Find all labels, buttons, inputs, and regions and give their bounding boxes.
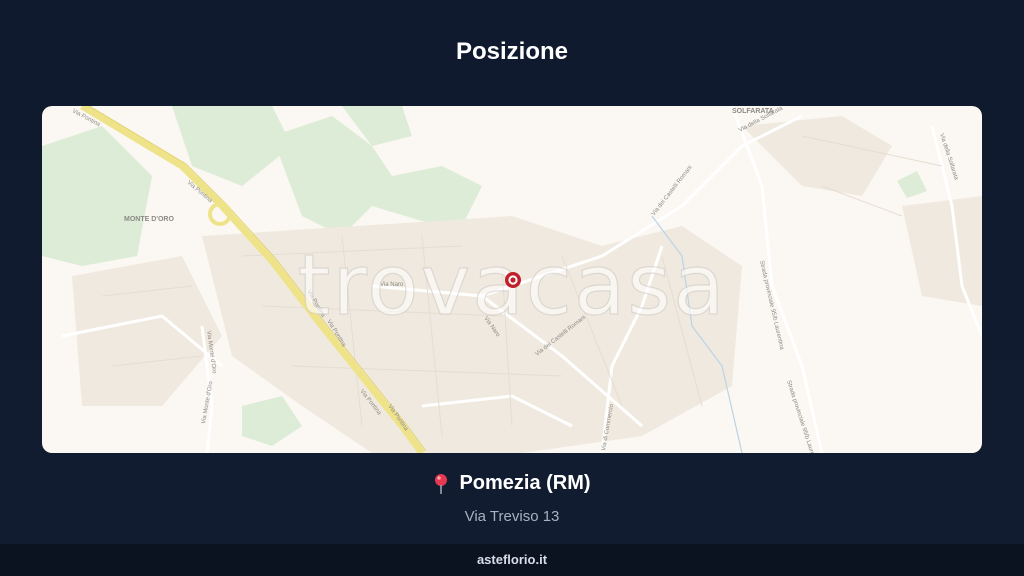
pushpin-icon [435,473,448,494]
location-street: Via Treviso 13 [464,507,560,525]
street-label-naro-1: Via Naro [380,282,404,288]
footer: asteflorio.it [0,544,1024,576]
place-label-monte-doro: MONTE D'ORO [124,216,174,223]
street-label-castelli-2: Via dei Castelli Romani [651,165,694,217]
map-pin-icon[interactable] [503,270,523,290]
map[interactable]: MONTE D'ORO SOLFARATA Via Pontina Via Po… [42,106,982,453]
location-city: Pomezia (RM) [459,472,591,494]
footer-brand[interactable]: asteflorio.it [477,552,547,567]
location-block: Pomezia (RM) Via Treviso 13 [0,472,1024,525]
page: Posizione MONTE D'ORO SOLFARATA Via Pont… [0,0,1024,576]
page-title: Posizione [455,38,569,65]
